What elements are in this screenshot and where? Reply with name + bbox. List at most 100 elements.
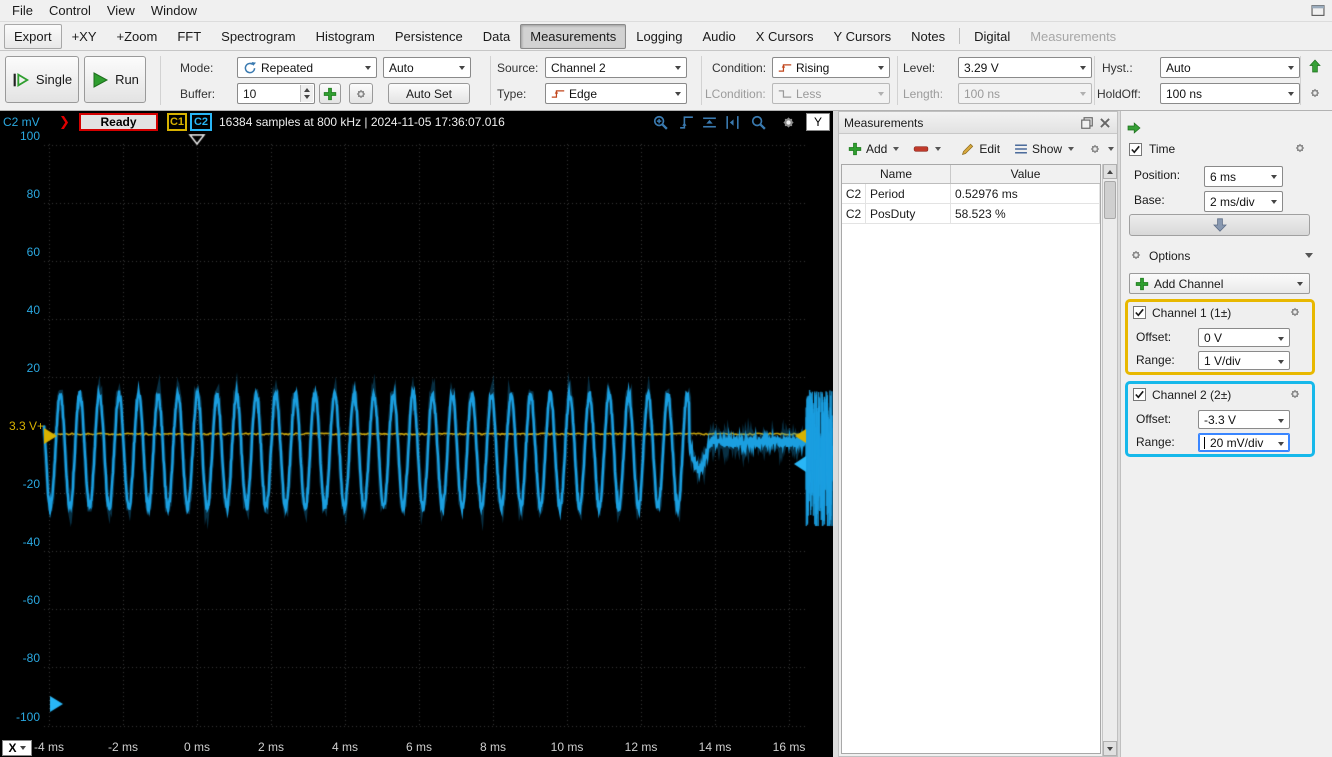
type-select[interactable]: Edge: [545, 83, 687, 104]
tab-notes[interactable]: Notes: [901, 24, 955, 49]
mode-value: Repeated: [261, 61, 313, 75]
expand-chevron-icon[interactable]: ❯: [59, 114, 70, 130]
channel1-offset-select[interactable]: 0 V: [1198, 328, 1290, 347]
hysteresis-select[interactable]: Auto: [1160, 57, 1300, 78]
channel2-checkbox[interactable]: [1133, 388, 1146, 401]
options-chevron-icon[interactable]: [1305, 253, 1313, 258]
remove-measurement-button[interactable]: [907, 138, 947, 160]
channel1-toggle-button[interactable]: C1: [167, 113, 187, 131]
column-value[interactable]: Value: [951, 165, 1100, 183]
time-settings-gear-icon[interactable]: [1293, 141, 1307, 155]
x-tick: 8 ms: [480, 740, 506, 754]
run-button[interactable]: Run: [84, 56, 146, 103]
zoom-in-icon[interactable]: [652, 114, 669, 131]
channel2-settings-gear-icon[interactable]: [1288, 387, 1302, 401]
buffer-settings-button[interactable]: [349, 83, 373, 104]
table-row[interactable]: C2 PosDuty 58.523 %: [842, 204, 1100, 224]
menu-control[interactable]: Control: [41, 1, 99, 20]
base-select[interactable]: 2 ms/div: [1204, 191, 1283, 212]
tab-persistence[interactable]: Persistence: [385, 24, 473, 49]
tab-digital[interactable]: Digital: [964, 24, 1020, 49]
condition-value: Rising: [796, 61, 829, 75]
x-tick: 10 ms: [551, 740, 584, 754]
tab-xy[interactable]: +XY: [62, 24, 107, 49]
list-icon: [1014, 142, 1028, 156]
tab-audio[interactable]: Audio: [693, 24, 746, 49]
tab-y-cursors[interactable]: Y Cursors: [824, 24, 902, 49]
single-button[interactable]: Single: [5, 56, 79, 103]
y-tick: 80: [0, 187, 40, 201]
channel1-title: Channel 1 (1±): [1152, 306, 1231, 320]
tab-fft[interactable]: FFT: [167, 24, 211, 49]
position-select[interactable]: 6 ms: [1204, 166, 1283, 187]
tab-histogram[interactable]: Histogram: [306, 24, 385, 49]
trigger-up-arrow-icon[interactable]: [1308, 59, 1322, 73]
tab-spectrogram[interactable]: Spectrogram: [211, 24, 305, 49]
less-edge-icon: [778, 87, 792, 101]
y-tick: -40: [0, 535, 40, 549]
level-select[interactable]: 3.29 V: [958, 57, 1092, 78]
y-axis-unit-label[interactable]: C2 mV: [3, 115, 40, 129]
channel1-settings-gear-icon[interactable]: [1288, 305, 1302, 319]
scroll-down-button[interactable]: [1103, 741, 1117, 756]
channel2-toggle-button[interactable]: C2: [190, 113, 212, 131]
table-row[interactable]: C2 Period 0.52976 ms: [842, 184, 1100, 204]
source-select[interactable]: Channel 2: [545, 57, 687, 78]
popout-icon[interactable]: [1080, 116, 1094, 130]
y-axis-button[interactable]: Y: [806, 113, 830, 131]
add-measurement-button[interactable]: Add: [842, 138, 905, 160]
zoom-icon[interactable]: [750, 114, 767, 131]
condition-select[interactable]: Rising: [772, 57, 890, 78]
edit-measurement-button[interactable]: Edit: [955, 138, 1006, 160]
plot-settings-gear-icon[interactable]: [780, 114, 797, 131]
tab-measurements[interactable]: Measurements: [520, 24, 626, 49]
scroll-thumb[interactable]: [1104, 181, 1116, 219]
time-checkbox[interactable]: [1129, 143, 1142, 156]
measurements-table-header[interactable]: Name Value: [842, 165, 1100, 184]
mode-select[interactable]: Repeated: [237, 57, 377, 78]
add-channel-select[interactable]: Add Channel: [1129, 273, 1310, 294]
fit-horizontal-icon[interactable]: [724, 114, 741, 131]
channel1-range-select[interactable]: 1 V/div: [1198, 351, 1290, 370]
x-axis-strip: -4 ms-2 ms0 ms2 ms4 ms6 ms8 ms10 ms12 ms…: [0, 738, 833, 757]
holdoff-select[interactable]: 100 ns: [1160, 83, 1300, 104]
measurements-settings-button[interactable]: [1082, 138, 1120, 160]
menu-file[interactable]: File: [4, 1, 41, 20]
x-tick: -4 ms: [34, 740, 64, 754]
auto-set-button[interactable]: Auto Set: [388, 83, 470, 104]
show-menu-button[interactable]: Show: [1008, 138, 1080, 160]
tab-x-cursors[interactable]: X Cursors: [746, 24, 824, 49]
options-section-label[interactable]: Options: [1149, 249, 1190, 263]
fit-vertical-icon[interactable]: [701, 114, 718, 131]
trigger-level-label[interactable]: 3.3 V+: [0, 419, 44, 433]
fit-signal-icon[interactable]: [678, 114, 695, 131]
separator: [490, 56, 491, 105]
buffer-add-button[interactable]: [319, 83, 341, 104]
plus-icon: [1135, 277, 1149, 291]
acquisition-select[interactable]: Auto: [383, 57, 471, 78]
separator: [1300, 56, 1301, 105]
tab-zoom[interactable]: +Zoom: [107, 24, 168, 49]
expand-down-button[interactable]: [1129, 214, 1310, 236]
channel2-offset-select[interactable]: -3.3 V: [1198, 410, 1290, 429]
column-name[interactable]: Name: [842, 165, 951, 183]
menu-window[interactable]: Window: [143, 1, 205, 20]
menu-view[interactable]: View: [99, 1, 143, 20]
tab-logging[interactable]: Logging: [626, 24, 692, 49]
tab-data[interactable]: Data: [473, 24, 520, 49]
channel2-range-input[interactable]: 20 mV/div: [1198, 433, 1290, 452]
window-restore-icon[interactable]: [1310, 4, 1326, 17]
scroll-up-button[interactable]: [1103, 164, 1117, 179]
base-value: 2 ms/div: [1210, 195, 1255, 209]
tab-export[interactable]: Export: [4, 24, 62, 49]
buffer-spinner[interactable]: 10: [237, 83, 315, 104]
close-icon[interactable]: [1098, 116, 1112, 130]
show-label: Show: [1032, 142, 1062, 156]
scrollbar[interactable]: [1102, 164, 1117, 756]
plus-icon: [323, 87, 337, 101]
scope-plot[interactable]: [0, 134, 833, 738]
channel1-checkbox[interactable]: [1133, 306, 1146, 319]
collapse-panel-arrow-icon[interactable]: [1127, 121, 1141, 135]
x-axis-button[interactable]: X: [2, 740, 32, 756]
trigger-settings-gear-icon[interactable]: [1308, 86, 1322, 100]
